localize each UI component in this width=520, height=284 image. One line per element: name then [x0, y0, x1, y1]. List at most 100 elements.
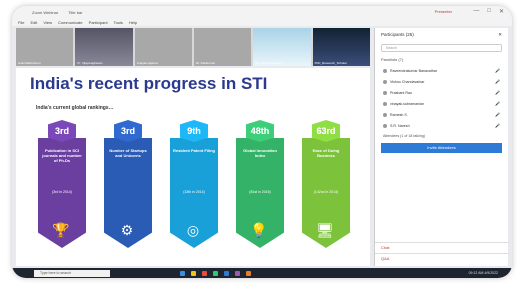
microphone-icon[interactable]: 🎤 — [495, 112, 500, 117]
tile-name: PhD_Research_Scholar — [314, 61, 347, 65]
qa-section[interactable]: Q&A — [375, 253, 509, 263]
participant-row[interactable]: vinayak.subramanian 🎤 — [375, 98, 508, 109]
rank-badge: 9th — [180, 120, 208, 142]
ranking-icon: 🖥 — [316, 222, 334, 238]
ranking-column: 3rd Publication in SCI journals and numbe… — [34, 120, 90, 258]
chat-section[interactable]: Chat — [375, 242, 509, 252]
ranking-year: (13th in 2014) — [183, 190, 205, 194]
panelists-section[interactable]: Panelists (7) — [375, 54, 508, 65]
participant-row[interactable]: Prashant Rao 🎤 — [375, 87, 508, 98]
participants-title: Participants (25) — [381, 32, 414, 37]
minimize-icon[interactable]: — — [473, 8, 479, 15]
participant-row[interactable]: Ramesh S. 🎤 — [375, 109, 508, 120]
ranking-column: 3rd Number of Startups and Unicorns ⚙ — [100, 120, 156, 258]
microphone-icon[interactable]: 🎤 — [495, 68, 500, 73]
video-tile[interactable]: Dr. Suma Natarajan — [253, 28, 311, 66]
ranking-year: (81st in 2015) — [249, 190, 271, 194]
time: 09:12 AM — [468, 271, 484, 275]
avatar — [383, 112, 387, 117]
participant-name: Prashant Rao — [390, 90, 412, 95]
ranking-column: 9th Resident Patent Filing (13th in 2014) ◎ — [166, 120, 222, 258]
user-label[interactable]: Presenter — [435, 9, 452, 14]
date: 4/9/2022 — [484, 271, 498, 275]
microphone-icon[interactable]: 🎤 — [495, 79, 500, 84]
ranking-label: Global Innovation Index — [243, 148, 277, 158]
ranking-icon: 🏆 — [52, 222, 70, 238]
participant-name: S.R. Naresh — [390, 123, 410, 128]
menu-help[interactable]: Help — [129, 20, 137, 25]
ranking-icon: ◎ — [186, 222, 200, 238]
participant-name: Vishnu Chandavarkar — [390, 79, 425, 84]
participant-row[interactable]: S.R. Naresh 🎤 — [375, 120, 508, 131]
maximize-icon[interactable]: □ — [487, 8, 491, 15]
menu-view[interactable]: View — [43, 20, 52, 25]
menu-file[interactable]: File — [18, 20, 24, 25]
tile-name: vinayak.rajanna — [136, 61, 158, 65]
ranking-column: 63rd Ease of Doing Business (142nd in 2014… — [298, 120, 354, 258]
zoom-icon[interactable] — [224, 270, 229, 276]
avatar — [383, 123, 387, 128]
app-icon[interactable] — [180, 270, 185, 276]
video-strip: Ananthakrishnan Pr. Vijayaraghavan vinay… — [16, 28, 370, 66]
menu-tools[interactable]: Tools — [114, 20, 123, 25]
screenshot-frame: Zoom Webinar Title bar Presenter — □ ✕ F… — [12, 6, 512, 278]
microphone-icon[interactable]: 🎤 — [495, 123, 500, 128]
ranking-column: 48th Global Innovation Index (81st in 2015… — [232, 120, 288, 258]
title-bar: Zoom Webinar Title bar Presenter — □ ✕ — [12, 6, 512, 18]
menu-communicate[interactable]: Communicate — [58, 20, 83, 25]
ranking-label: Publication in SCI journals and number o… — [42, 148, 82, 163]
participant-row[interactable]: Vishnu Chandavarkar 🎤 — [375, 76, 508, 87]
taskbar: Type here to search 09:12 AM 4/9/2022 — [12, 268, 512, 278]
microphone-icon[interactable]: 🎤 — [495, 90, 500, 95]
invite-button[interactable]: Invite Attendees — [381, 143, 502, 153]
video-tile[interactable]: Dr. Ravikumar — [193, 28, 252, 66]
participants-header: Participants (25) ✕ — [375, 28, 508, 42]
rank-badge: 3rd — [114, 120, 142, 142]
avatar — [383, 90, 387, 95]
avatar — [383, 79, 387, 84]
ranking-label: Ease of Doing Business — [312, 148, 340, 158]
tile-name: Ananthakrishnan — [18, 61, 41, 65]
app-icon[interactable] — [246, 270, 251, 276]
attendees-label[interactable]: Attendees (1 of 18 talking) — [375, 131, 508, 141]
rank-badge: 48th — [246, 120, 274, 142]
shared-slide: India's recent progress in STI India's c… — [16, 68, 370, 266]
ranking-year: (142nd in 2014) — [313, 190, 339, 194]
rank-badge: 3rd — [48, 120, 76, 142]
participant-row[interactable]: Raveendrakumar Banavathar 🎤 — [375, 65, 508, 76]
participants-panel: Participants (25) ✕ Search Panelists (7)… — [374, 28, 509, 266]
ranking-year: (3rd in 2014) — [52, 190, 72, 194]
video-tile[interactable]: Ananthakrishnan — [16, 28, 74, 66]
app-title: Zoom Webinar — [32, 9, 59, 15]
participant-search[interactable]: Search — [381, 44, 502, 52]
video-tile[interactable]: Pr. Vijayaraghavan — [75, 28, 133, 66]
rank-badge: 63rd — [312, 120, 340, 142]
app-icon[interactable] — [235, 270, 240, 276]
video-tile[interactable]: vinayak.rajanna — [134, 28, 192, 66]
avatar — [383, 101, 387, 106]
ranking-icon: ⚙ — [120, 222, 134, 238]
taskbar-search[interactable]: Type here to search — [34, 269, 110, 277]
close-icon[interactable]: ✕ — [498, 32, 502, 38]
window-controls: — □ ✕ — [473, 8, 504, 15]
app-icon[interactable] — [213, 270, 218, 276]
avatar — [383, 68, 387, 73]
slide-title: India's recent progress in STI — [30, 74, 268, 93]
slide-subtitle: India's current global rankings… — [36, 105, 114, 111]
tile-name: Pr. Vijayaraghavan — [77, 61, 103, 65]
ranking-label: Resident Patent Filing — [172, 148, 215, 153]
video-tile[interactable]: PhD_Research_Scholar — [312, 28, 370, 66]
folder-icon[interactable] — [191, 270, 196, 276]
clock: 09:12 AM 4/9/2022 — [469, 271, 498, 275]
microphone-icon[interactable]: 🎤 — [495, 101, 500, 106]
participant-name: vinayak.subramanian — [390, 101, 424, 106]
participant-name: Ramesh S. — [390, 112, 408, 117]
menu-bar: File Edit View Communicate Participant T… — [12, 18, 512, 26]
title-extra: Title bar — [68, 9, 83, 15]
close-icon[interactable]: ✕ — [499, 8, 504, 15]
menu-edit[interactable]: Edit — [30, 20, 37, 25]
participant-name: Raveendrakumar Banavathar — [390, 68, 437, 73]
chrome-icon[interactable] — [202, 270, 207, 276]
ranking-label: Number of Startups and Unicorns — [109, 148, 147, 158]
menu-participant[interactable]: Participant — [89, 20, 108, 25]
